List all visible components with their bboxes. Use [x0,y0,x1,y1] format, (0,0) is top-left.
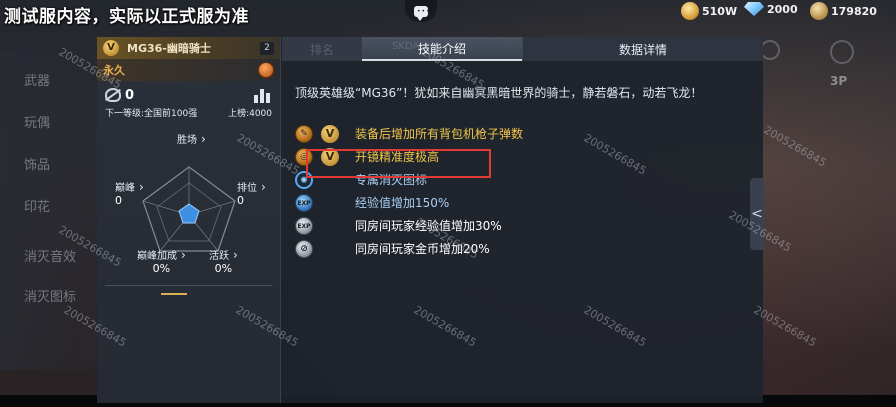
exp-icon: EXP [295,193,313,212]
upgrade-icon[interactable] [258,62,274,78]
weapon-count-badge: 2 [260,41,274,55]
highlight-annotation-box [306,149,491,178]
perk-item: EXP 经验值增加150% [295,191,747,214]
page-indicator [161,293,187,295]
radar-value-shape [178,203,200,224]
kill-stat-row: 0 [97,81,280,103]
weapon-duration-row: 永久 [97,59,280,81]
view-toggle[interactable]: 3P [830,74,847,88]
tab-data-details[interactable]: 数据详情 [522,37,763,61]
currency-diamond: 2000 [744,2,798,16]
radar-active[interactable]: 活跃 › 0% [209,249,238,275]
menu-item-kill-icons[interactable]: 消灭图标 [24,286,76,305]
menu-item-accessories[interactable]: 饰品 [24,154,50,173]
backpack-ammo-icon: ✎ [295,124,313,143]
vip-v-icon: V [321,124,339,143]
tab-skda-faded: SKDA [392,41,420,52]
currency-badge: 179820 [810,2,877,20]
menu-item-dolls[interactable]: 玩偶 [24,112,50,131]
radar-ranked[interactable]: 排位 › 0 [237,181,266,207]
rank-info-row: 下一等级:全国前100强 上榜:4000 [97,103,280,122]
perk-item: EXP 同房间玩家经验值增加30% [295,214,747,237]
perk-item: ✎ V 装备后增加所有背包机枪子弹数 [295,122,747,145]
gold-amount: 510W [702,4,738,18]
badge-amount: 179820 [831,4,877,18]
menu-item-kill-sounds[interactable]: 消灭音效 [24,246,76,265]
weapon-description: 顶级英雄级“MG36”！犹如来自幽冥黑暗世界的骑士，静若磐石，动若飞龙！ [295,86,703,100]
kill-icon [105,88,121,102]
radar-wins[interactable]: 胜场 › [177,133,206,147]
tab-ranking[interactable]: 排名 [282,37,362,61]
perk-list: ✎ V 装备后增加所有背包机枪子弹数 ◎ V 开镜精准度极高 ✺ 专属消灭图标 … [295,122,747,260]
weapon-name: MG36-幽暗骑士 [127,42,211,55]
currency-gold: 510W [681,2,737,20]
leaderboard-text: 上榜:4000 [228,109,272,119]
perk-item: ⊘ 同房间玩家金币增加20% [295,237,747,260]
diamond-icon [744,2,764,16]
room-gold-icon: ⊘ [295,239,313,258]
chat-icon: ••• [414,5,430,21]
next-level-text: 下一等级:全国前100强 [105,109,198,119]
weapon-card-header: V MG36-幽暗骑士 2 [97,37,280,59]
perk-text: 装备后增加所有背包机枪子弹数 [355,127,524,141]
test-server-notice: 测试服内容，实际以正式服为准 [4,7,249,27]
radar-pentagon [142,166,236,252]
room-exp-icon: EXP [295,216,313,235]
kill-count: 0 [105,88,134,103]
radar-chart: 胜场 › 巅峰 › 0 排位 › 0 巅峰加成 › 0% 活跃 › 0% [97,133,281,287]
weapon-card: V MG36-幽暗骑士 2 永久 0 下一等级:全国前100强 上榜:4000 [97,37,281,403]
leaderboard-icon[interactable] [254,87,272,103]
radar-peak[interactable]: 巅峰 › 0 [115,181,144,207]
weapon-detail-panel: V MG36-幽暗骑士 2 永久 0 下一等级:全国前100强 上榜:4000 [97,37,763,403]
gold-coin-icon [681,2,699,20]
menu-item-stickers[interactable]: 印花 [24,196,50,215]
menu-item-weapons[interactable]: 武器 [24,70,50,89]
radar-peak-bonus[interactable]: 巅峰加成 › 0% [137,249,186,275]
detail-tabs: 排名 技能介绍 数据详情 [282,37,763,61]
diamond-amount: 2000 [767,2,798,16]
kill-value: 0 [125,87,135,103]
settings-circle-icon[interactable] [830,40,854,64]
card-divider [105,285,272,286]
perk-text: 经验值增加150% [355,196,450,210]
vip-v-icon: V [103,40,119,56]
aux-circle-icon [760,40,780,60]
badge-coin-icon [810,2,828,20]
